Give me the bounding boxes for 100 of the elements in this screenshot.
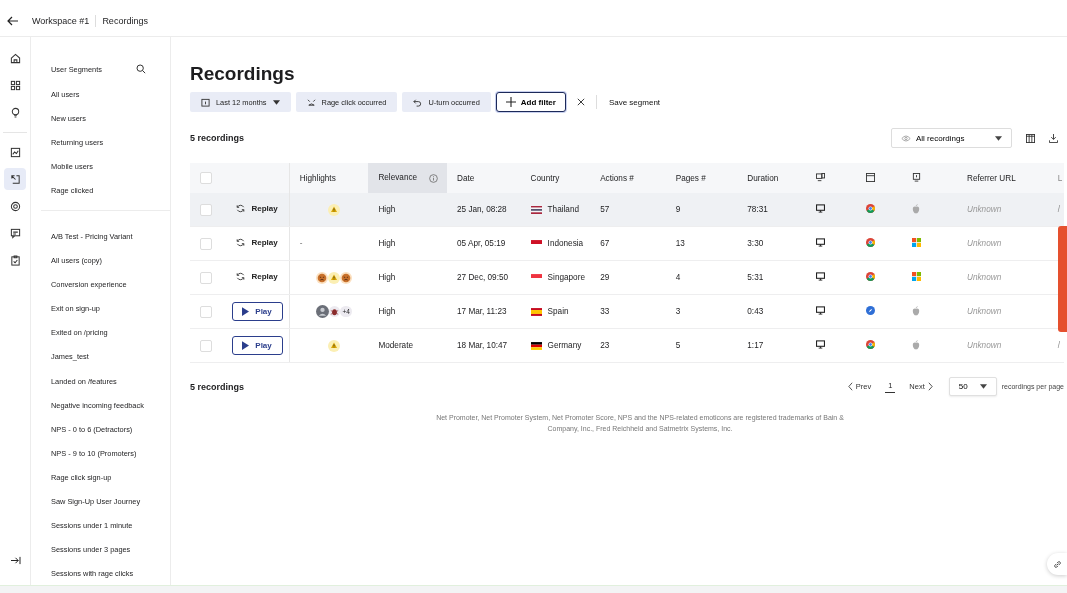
table-cell: 23: [600, 341, 610, 350]
table-cell: 1:17: [747, 341, 764, 350]
table-cell: 5:31: [747, 273, 764, 282]
add-filter-button[interactable]: Add filter: [495, 92, 566, 112]
windows-icon: [911, 272, 921, 281]
play-icon: [242, 341, 250, 350]
chrome-icon: [866, 340, 876, 349]
back-arrow-icon[interactable]: [7, 16, 19, 26]
table-cell: 5: [675, 341, 681, 350]
table-cell: 9: [675, 205, 681, 214]
table-cell: 67: [600, 239, 610, 248]
column-header[interactable]: Relevance: [378, 173, 418, 183]
chevron-right-icon: [927, 382, 933, 391]
table-cell: Indonesia: [547, 239, 584, 248]
refresh-icon: [236, 238, 246, 247]
row-checkbox[interactable]: [200, 237, 212, 250]
workspace-name[interactable]: Workspace #1: [32, 16, 96, 26]
save-segment-button[interactable]: Save segment: [608, 97, 661, 107]
caret-icon: [272, 99, 280, 105]
cursor-icon[interactable]: [4, 168, 26, 190]
breadcrumb-page: Recordings: [102, 16, 148, 26]
chrome-icon: [866, 204, 876, 213]
u-turn-icon: [413, 97, 423, 107]
windows-icon: [911, 238, 921, 247]
chrome-icon: [866, 272, 876, 281]
table-cell: 05 Apr, 05:19: [457, 239, 506, 248]
replay-button[interactable]: Replay: [236, 204, 278, 213]
link-button[interactable]: [1047, 553, 1067, 575]
row-checkbox[interactable]: [200, 339, 212, 352]
angry-face-icon: [316, 271, 329, 284]
table-cell: 3:30: [747, 239, 764, 248]
recordings-count: 5 recordings: [190, 133, 245, 143]
table-cell: 78:31: [747, 205, 768, 214]
column-header[interactable]: Duration: [747, 173, 779, 183]
play-icon: [242, 307, 250, 316]
monitor-icon: [815, 272, 825, 281]
recording-row[interactable]: Replay High 25 Jan, 08:28 Thailand 57 9 78:31 Unknown /: [190, 193, 1064, 227]
columns-icon[interactable]: [1026, 133, 1035, 143]
table-cell: 4: [675, 273, 681, 282]
angry-face-icon: [340, 271, 353, 284]
table-cell: High: [378, 273, 396, 282]
monitor-icon: [815, 204, 825, 213]
chrome-icon: [866, 238, 876, 247]
table-cell: 57: [600, 205, 610, 214]
column-header[interactable]: Referrer URL: [967, 173, 1016, 183]
bug-icon: [329, 306, 341, 317]
per-page-select[interactable]: 50: [948, 377, 997, 396]
apple-icon: [911, 203, 920, 214]
eye-icon: [901, 134, 911, 142]
page-title: Recordings: [190, 63, 296, 85]
table-cell: /: [1057, 341, 1061, 350]
table-cell: Unknown: [967, 239, 1002, 248]
table-cell: 29: [600, 273, 610, 282]
caret-icon: [979, 384, 987, 389]
view-select[interactable]: All recordings: [891, 128, 1012, 148]
table-cell: High: [378, 307, 396, 316]
column-header[interactable]: Country: [530, 173, 560, 183]
monitor-icon: [815, 306, 825, 315]
table-cell: Spain: [547, 307, 569, 316]
recording-row[interactable]: Play Moderate 18 Mar, 10:47 Germany 23 5 1:17 Unknown /: [190, 328, 1064, 363]
row-checkbox[interactable]: [200, 271, 212, 284]
table-cell: High: [378, 205, 396, 214]
table-cell: Unknown: [967, 273, 1002, 282]
collapse-icon[interactable]: [9, 556, 21, 565]
plus-icon: [505, 97, 516, 107]
warning-icon: [328, 203, 341, 216]
table-cell: 25 Jan, 08:28: [457, 205, 507, 214]
apple-icon: [911, 305, 920, 316]
table-cell: Germany: [547, 341, 582, 350]
download-icon[interactable]: [1049, 133, 1058, 143]
table-cell: 17 Mar, 11:23: [457, 307, 507, 316]
select-all-checkbox[interactable]: [200, 172, 212, 184]
column-header[interactable]: Date: [457, 173, 475, 183]
row-checkbox[interactable]: [200, 203, 212, 216]
link-icon: [1052, 559, 1062, 569]
flag-icon: [530, 307, 542, 316]
search-icon[interactable]: [136, 64, 146, 74]
table-cell: /: [1057, 205, 1061, 214]
row-checkbox[interactable]: [200, 305, 212, 318]
play-button[interactable]: Play: [231, 336, 283, 355]
avatar-icon: [316, 305, 330, 318]
calendar-icon: [201, 97, 210, 107]
laptop-settings-icon: [911, 172, 921, 182]
warning-icon: [328, 339, 341, 352]
close-icon[interactable]: [576, 98, 585, 106]
replay-button[interactable]: Replay: [236, 238, 278, 247]
table-cell: 0:43: [747, 307, 764, 316]
replay-button[interactable]: Replay: [236, 272, 278, 281]
table-cell: 33: [600, 307, 610, 316]
chevron-left-icon: [847, 382, 853, 391]
table-cell: 13: [675, 239, 685, 248]
column-header[interactable]: Pages #: [675, 173, 706, 183]
column-header[interactable]: L: [1057, 173, 1063, 183]
table-cell: 27 Dec, 09:50: [457, 273, 508, 282]
table-cell: Singapore: [547, 273, 585, 282]
column-header[interactable]: Actions #: [600, 173, 634, 183]
column-header[interactable]: Highlights: [299, 173, 336, 183]
table-cell: 18 Mar, 10:47: [457, 341, 508, 350]
play-button[interactable]: Play: [231, 302, 283, 321]
table-cell: High: [378, 239, 396, 248]
